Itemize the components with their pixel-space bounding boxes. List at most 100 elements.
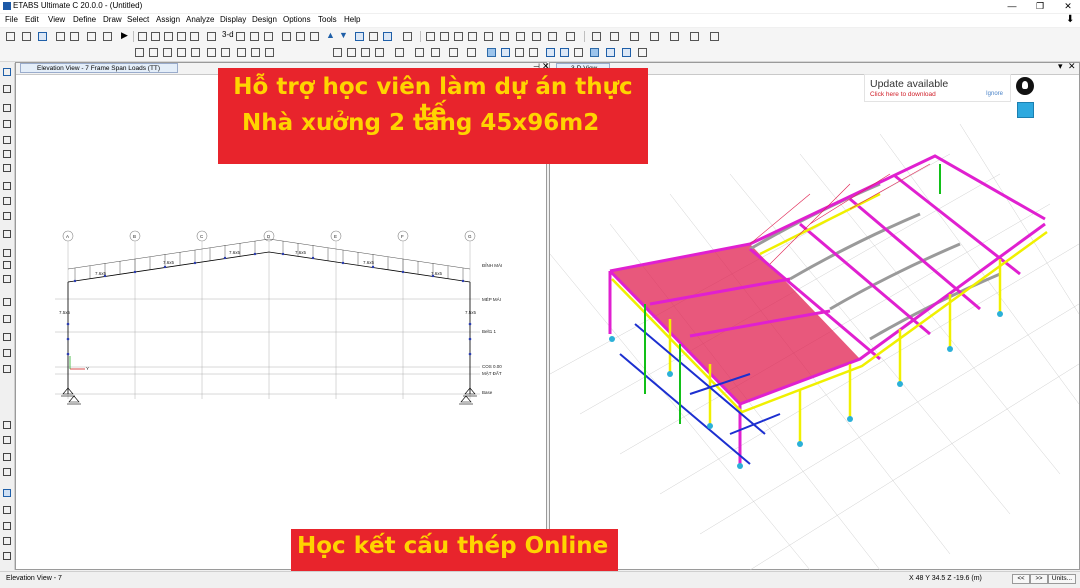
snap-perp-side-icon[interactable] [3,537,11,545]
draw-opening-side-icon[interactable] [3,230,11,238]
close-3d-view-icon[interactable]: ✕ [1068,61,1076,72]
quick-draw-beam-icon[interactable] [449,48,458,57]
snap-options-icon[interactable] [265,48,274,57]
draw-beam-side-icon[interactable] [3,136,11,144]
select-previous-icon[interactable] [395,48,404,57]
section-channel-icon[interactable] [650,32,659,41]
draw-column-side-icon[interactable] [3,150,11,158]
run-analysis-icon[interactable]: ▶ [121,30,128,41]
select-filter-icon[interactable] [415,48,424,57]
menu-assign[interactable]: Assign [156,15,180,24]
open-icon[interactable] [22,32,31,41]
assign-joint-icon[interactable] [566,32,575,41]
zoom-previous-icon[interactable] [190,32,199,41]
draw-area-icon[interactable] [3,182,11,190]
draw-brace-side-icon[interactable] [3,164,11,172]
concrete-design-icon[interactable] [560,48,569,57]
menu-file[interactable]: File [5,15,18,24]
steel-design-icon[interactable] [574,48,583,57]
draw-wave-icon[interactable] [3,349,11,357]
draw-section-cut-icon[interactable] [3,275,11,283]
select-pointer-icon[interactable] [333,48,342,57]
draw-frame-cross-icon[interactable] [3,120,11,128]
zoom-extent-icon[interactable] [177,32,186,41]
units-button[interactable]: Units... [1048,574,1076,584]
undo-icon[interactable] [56,32,65,41]
frame-design-icon[interactable] [546,48,555,57]
refresh-icon[interactable] [282,32,291,41]
previous-view-button[interactable]: << [1012,574,1030,584]
section-tee-icon[interactable] [630,32,639,41]
snap-extensions-icon[interactable] [221,48,230,57]
snap-ends-icon[interactable] [149,48,158,57]
menu-display[interactable]: Display [220,15,246,24]
brace-tool-icon[interactable] [487,48,496,57]
menu-draw[interactable]: Draw [103,15,122,24]
draw-ref-line-icon[interactable] [3,333,11,341]
assign-loads-icon[interactable] [515,48,524,57]
deselect-icon[interactable] [375,48,384,57]
menu-tools[interactable]: Tools [318,15,337,24]
section-angle-icon[interactable] [670,32,679,41]
menu-help[interactable]: Help [344,15,360,24]
minimize-button[interactable]: — [1002,0,1022,13]
download-update-link[interactable]: Click here to download [870,91,936,98]
pan-icon[interactable] [207,32,216,41]
menu-view[interactable]: View [48,15,65,24]
next-view-button[interactable]: >> [1030,574,1048,584]
draw-column-icon[interactable] [440,32,449,41]
view-3d-button[interactable]: 3-d [222,30,234,39]
zoom-in-icon[interactable] [151,32,160,41]
snap-lines-icon[interactable] [191,48,200,57]
ignore-update-link[interactable]: Ignore [986,91,1003,97]
snap-intersections-icon[interactable] [163,48,172,57]
menu-define[interactable]: Define [73,15,96,24]
tab-elevation-view[interactable]: Elevation View - 7 Frame Span Loads (TT) [20,63,178,73]
draw-wall-icon[interactable] [468,32,477,41]
menu-select[interactable]: Select [127,15,149,24]
select-window-icon[interactable] [347,48,356,57]
restore-selection-icon[interactable] [369,32,378,41]
display-options-icon[interactable] [383,32,392,41]
draw-brace-icon[interactable] [454,32,463,41]
assign-diaphragm-icon[interactable] [3,468,11,476]
zoom-window-icon[interactable] [138,32,147,41]
active-snap-icon[interactable] [590,48,599,57]
grid-snap-icon[interactable] [606,48,615,57]
draw-dimension-side-icon[interactable] [3,298,11,306]
quick-draw-column-icon[interactable] [467,48,476,57]
save-icon[interactable] [38,32,47,41]
section-box-icon[interactable] [610,32,619,41]
section-pipe-icon[interactable] [710,32,719,41]
draw-floor-icon[interactable] [484,32,493,41]
move-down-icon[interactable]: ▼ [339,30,348,40]
restore-button[interactable]: ❐ [1030,0,1050,13]
snap-fine-grid-icon[interactable] [207,48,216,57]
draw-beam-icon[interactable] [426,32,435,41]
close-button[interactable]: ✕ [1058,0,1078,13]
object-shrink-icon[interactable] [310,32,319,41]
select-all-icon[interactable] [355,32,364,41]
end-snap-icon[interactable] [638,48,647,57]
set-display-icon[interactable] [296,32,305,41]
draw-grid-icon[interactable] [3,315,11,323]
lock-icon[interactable] [103,32,112,41]
menu-analyze[interactable]: Analyze [186,15,214,24]
draw-text-icon[interactable] [532,32,541,41]
rotate-icon[interactable] [264,32,273,41]
plan-view-icon[interactable] [236,32,245,41]
redo-icon[interactable] [70,32,79,41]
draw-tendon-icon[interactable] [3,261,11,269]
snap-perpendicular-icon[interactable] [177,48,186,57]
snap-point-side-icon[interactable] [3,506,11,514]
display-mode-icon[interactable] [1017,102,1034,118]
draw-dimension-icon[interactable] [516,32,525,41]
draw-opening-icon[interactable] [500,32,509,41]
load-pattern-icon[interactable] [529,48,538,57]
section-rect-icon[interactable] [690,32,699,41]
new-model-icon[interactable] [6,32,15,41]
snap-grid-side-icon[interactable] [3,489,11,497]
draw-link-icon[interactable] [3,249,11,257]
menu-options[interactable]: Options [283,15,311,24]
snap-intersection-icon[interactable] [251,48,260,57]
